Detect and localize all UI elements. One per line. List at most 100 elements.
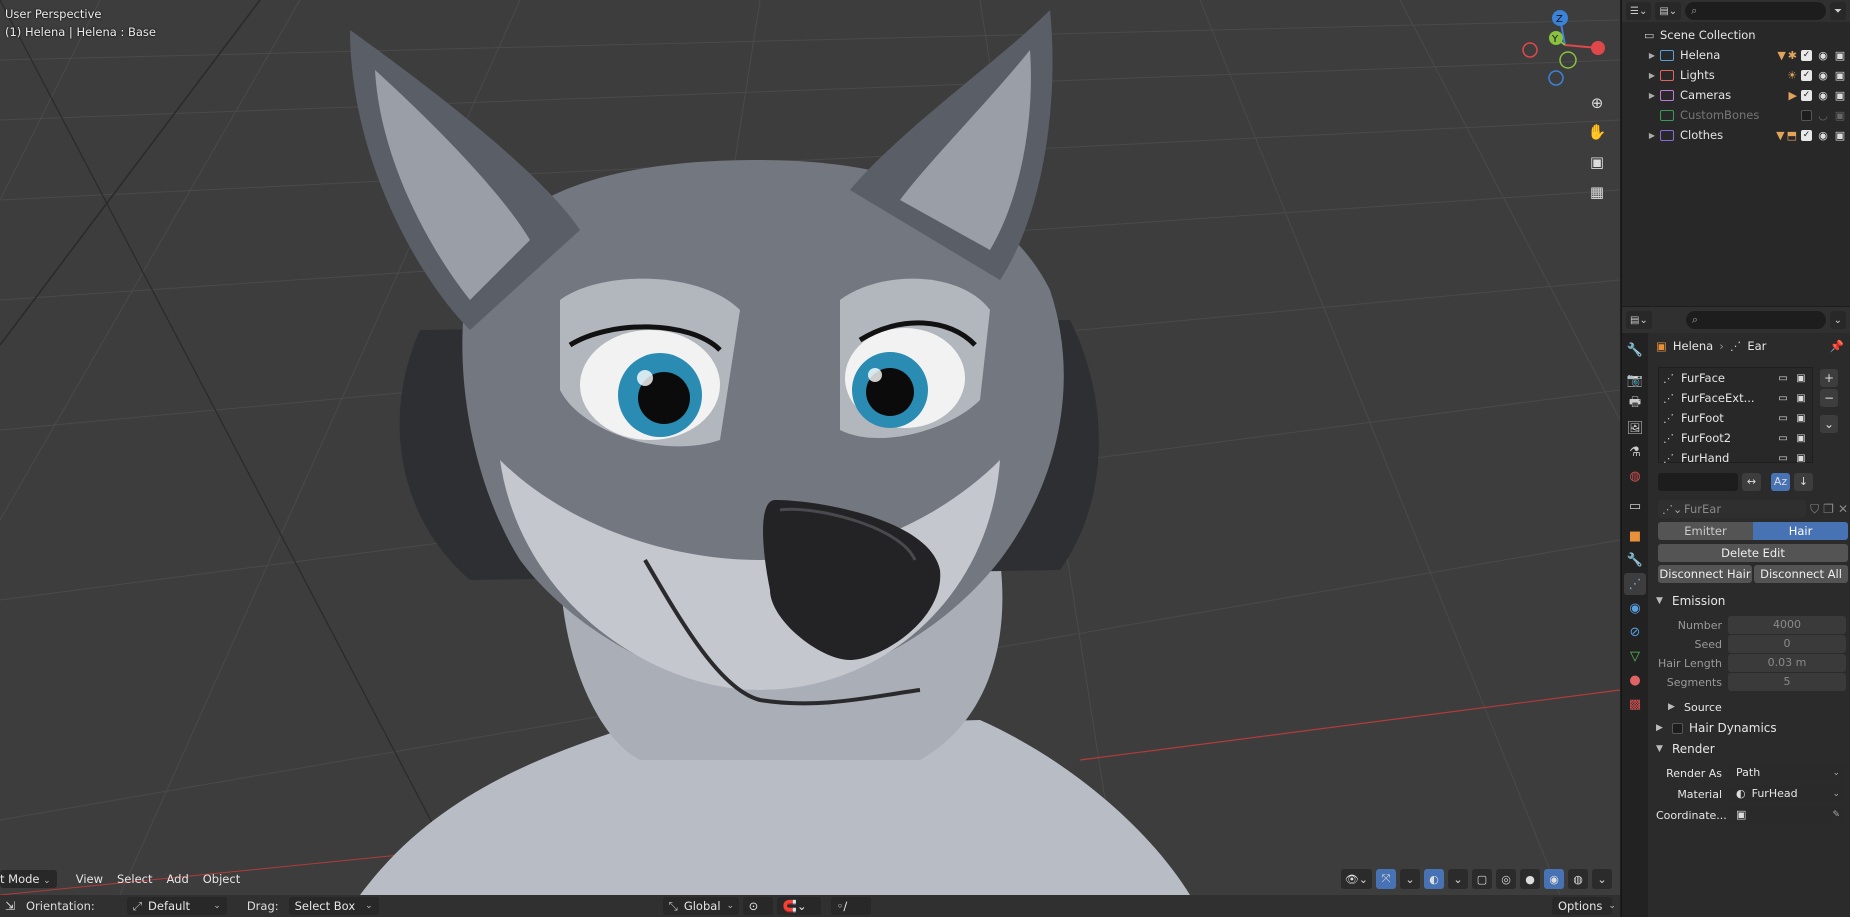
viewport-display-icon[interactable]: ▭ [1776,393,1790,404]
exclude-checkbox[interactable]: ✓ [1801,89,1812,101]
render-camera-icon[interactable]: ▣ [1794,413,1808,424]
mode-selector[interactable]: t Mode ⌄ [0,870,57,888]
sort-alpha-icon[interactable]: Az [1770,473,1790,491]
menu-object[interactable]: Object [196,869,247,889]
list-item[interactable]: ⋰ FurFoot ▭ ▣ [1659,408,1812,428]
list-filter-input[interactable] [1658,473,1738,491]
physics-tab-icon[interactable]: ◉ [1624,597,1646,619]
display-mode-icon[interactable]: ▤⌄ [1655,2,1682,20]
render-camera-icon[interactable]: ▣ [1834,89,1846,102]
snap-toggle[interactable]: 🧲⌄ [776,897,821,915]
menu-select[interactable]: Select [110,869,159,889]
viewport-display-icon[interactable]: ▭ [1776,453,1790,464]
gizmo-neg-y[interactable] [1559,51,1577,69]
list-item[interactable]: ⋰ FurFace ▭ ▣ [1659,368,1812,388]
emission-panel-header[interactable]: ▼ Emission [1656,591,1846,611]
render-camera-icon[interactable]: ▣ [1794,453,1808,464]
object-tab-icon[interactable]: ■ [1624,525,1646,547]
render-camera-icon[interactable]: ▣ [1794,433,1808,444]
exclude-checkbox[interactable]: ✓ [1801,69,1812,81]
exclude-checkbox[interactable]: ✓ [1801,129,1812,141]
particles-tab-icon[interactable]: ⋰ [1624,573,1646,595]
expand-arrow-icon[interactable]: ▶ [1646,51,1658,60]
pan-hand-icon[interactable]: ✋ [1583,118,1611,146]
outliner-row-helena[interactable]: ▶ Helena ▼ ✱ ✓ ◉ ▣ [1622,45,1850,65]
menu-view[interactable]: View [69,869,110,889]
output-tab-icon[interactable]: 🖶 [1624,393,1646,415]
list-item[interactable]: ⋰ FurFoot2 ▭ ▣ [1659,428,1812,448]
sort-reverse-icon[interactable]: ↓ [1793,473,1814,491]
render-camera-icon[interactable]: ▣ [1834,49,1846,62]
tool-icon[interactable]: ⇲ [0,899,20,913]
expand-arrow-icon[interactable]: ▶ [1646,71,1658,80]
xray-icon[interactable]: ▢ [1472,869,1492,889]
material-dropdown[interactable]: ◐ FurHead ⌄ [1728,785,1846,803]
number-field[interactable]: 4000 [1728,616,1846,634]
viewport-display-icon[interactable]: ▭ [1776,373,1790,384]
hair-dynamics-panel-header[interactable]: ▶ Hair Dynamics [1656,718,1846,738]
particle-systems-list[interactable]: ⋰ FurFace ▭ ▣ ⋰ FurFaceExt... ▭ ▣ ⋰ FurFoot ▭ ▣ ⋰… [1658,367,1813,465]
zoom-icon[interactable]: ⊕ [1583,89,1611,117]
shading-dropdown-icon[interactable]: ⌄ [1592,869,1612,889]
viewport-display-icon[interactable]: ▭ [1776,413,1790,424]
disconnect-hair-button[interactable]: Disconnect Hair [1658,565,1752,583]
outliner-search-input[interactable]: ⌕ [1685,2,1826,20]
eye-icon[interactable]: ◉ [1817,49,1829,62]
gizmo-neg-z[interactable] [1548,70,1564,86]
delete-edit-button[interactable]: Delete Edit [1658,544,1848,562]
exclude-checkbox[interactable]: ✓ [1801,49,1812,61]
outliner-row-lights[interactable]: ▶ Lights ☀ ✓ ◉ ▣ [1622,65,1850,85]
navigation-gizmo[interactable]: Z Y [1510,0,1620,90]
duplicate-icon[interactable]: ❐ [1823,502,1834,516]
scene-tab-icon[interactable]: ⚗ [1624,441,1646,463]
gizmo-toggle-icon[interactable]: ⤧ [1376,869,1396,889]
proportional-edit-toggle[interactable]: ◦∕ [830,897,871,915]
outliner-scene-collection[interactable]: ▭ Scene Collection [1622,25,1850,45]
exclude-checkbox[interactable] [1801,109,1812,121]
list-item[interactable]: ⋰ FurHand ▭ ▣ [1659,448,1812,468]
camera-view-icon[interactable]: ▣ [1583,148,1611,176]
eye-icon[interactable]: ◉ [1817,89,1829,102]
orientation-dropdown[interactable]: ⤢ Default ⌄ [126,897,227,915]
gizmo-neg-x[interactable] [1522,42,1538,58]
editor-type-icon[interactable]: ☰⌄ [1626,2,1652,20]
shading-rendered-icon[interactable]: ◍ [1568,869,1588,889]
visibility-icon[interactable]: 👁⌄ [1340,869,1372,889]
view-layer-tab-icon[interactable]: 🖼 [1624,417,1646,439]
render-camera-icon[interactable]: ▣ [1834,69,1846,82]
world-tab-icon[interactable]: ◍ [1624,465,1646,487]
fake-user-icon[interactable]: ⛉ [1810,502,1819,517]
tool-tab-icon[interactable]: 🔧 [1624,339,1646,361]
data-tab-icon[interactable]: ▽ [1624,645,1646,667]
add-particle-system-button[interactable]: + [1820,369,1838,387]
texture-tab-icon[interactable]: ▩ [1624,693,1646,715]
outliner-row-cameras[interactable]: ▶ Cameras ▶ ✓ ◉ ▣ [1622,85,1850,105]
remove-particle-system-button[interactable]: − [1820,389,1838,407]
expand-arrow-icon[interactable]: ▶ [1646,131,1658,140]
type-hair-option[interactable]: Hair [1753,522,1848,540]
outliner-row-custombones[interactable]: CustomBones ◡ ▣ [1622,105,1850,125]
3d-viewport[interactable]: User Perspective (1) Helena | Helena : B… [0,0,1620,895]
overlay-toggle-icon[interactable]: ◐ [1424,869,1444,889]
list-specials-button[interactable]: ⌄ [1820,415,1838,433]
render-camera-icon[interactable]: ▣ [1794,373,1808,384]
eye-icon[interactable]: ◉ [1817,69,1829,82]
ortho-grid-icon[interactable]: ▦ [1583,178,1611,206]
options-dropdown[interactable]: Options ⌄ [1552,897,1616,915]
gizmo-dropdown-icon[interactable]: ⌄ [1400,869,1420,889]
segments-field[interactable]: 5 [1728,673,1846,691]
expand-arrow-icon[interactable]: ▶ [1646,91,1658,100]
unlink-icon[interactable]: ✕ [1838,502,1848,516]
hair-length-field[interactable]: 0.03 m [1728,654,1846,672]
editor-type-icon[interactable]: ▤⌄ [1626,311,1652,329]
shading-solid-icon[interactable]: ● [1520,869,1540,889]
gizmo-x-axis[interactable] [1591,41,1605,55]
outliner-row-clothes[interactable]: ▶ Clothes ▼ ⬒ ✓ ◉ ▣ [1622,125,1850,145]
pivot-dropdown[interactable]: ⊙ [742,897,773,915]
drag-dropdown[interactable]: Select Box ⌄ [288,897,379,915]
options-chevron-icon[interactable]: ⌄ [1829,311,1846,329]
type-emitter-option[interactable]: Emitter [1658,522,1753,540]
constraints-tab-icon[interactable]: ⊘ [1624,621,1646,643]
collection-tab-icon[interactable]: ▭ [1624,495,1646,517]
particle-settings-icon[interactable]: ⋰⌄ [1662,503,1682,516]
